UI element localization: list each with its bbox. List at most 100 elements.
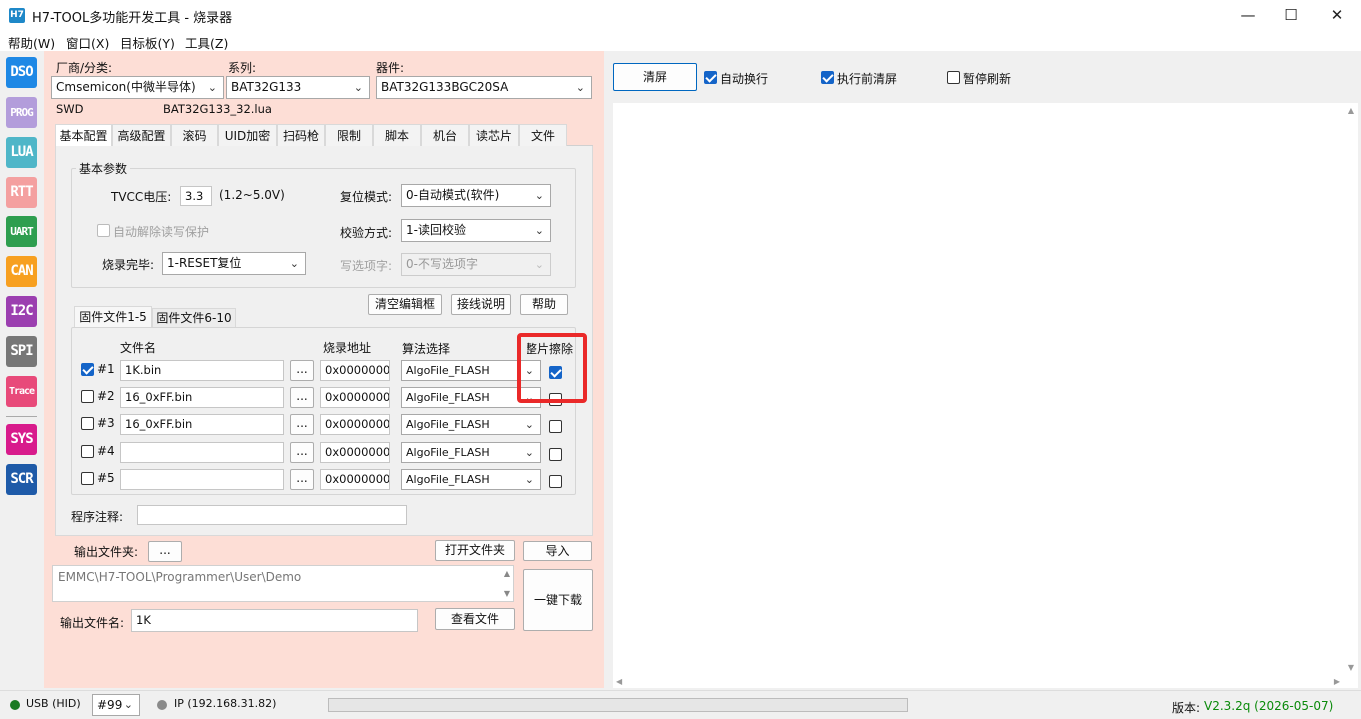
clear-screen-button[interactable]: 清屏 [613,63,697,91]
module-lua-button[interactable]: LUA [6,137,37,168]
firmware-browse-button[interactable]: ... [290,360,314,381]
menu-window[interactable]: 窗口(X) [66,33,109,52]
firmware-enable-checkbox[interactable] [81,363,94,376]
module-can-button[interactable]: CAN [6,256,37,287]
close-button[interactable]: ✕ [1314,0,1360,31]
tab-scanner[interactable]: 扫码枪 [277,124,325,146]
tab-file[interactable]: 文件 [519,124,567,146]
maximize-button[interactable]: ☐ [1268,0,1314,31]
help-button[interactable]: 帮助 [520,294,568,315]
chevron-down-icon: ⌄ [534,224,544,237]
firmware-browse-button[interactable]: ... [290,414,314,435]
vendor-label: 厂商/分类: [56,61,113,75]
tab-advanced[interactable]: 高级配置 [112,124,171,146]
view-file-button[interactable]: 查看文件 [435,608,515,630]
output-name-input[interactable]: 1K [131,609,418,632]
log-area[interactable]: ▲ ▼ ◀ ▶ [613,103,1358,688]
clear-editor-button[interactable]: 清空编辑框 [368,294,442,315]
module-trace-button[interactable]: Trace [6,376,37,407]
chevron-down-icon: ⌄ [524,473,534,486]
tab-limit[interactable]: 限制 [325,124,373,146]
series-select[interactable]: BAT32G133 ⌄ [226,76,370,99]
chevron-down-icon: ⌄ [534,258,544,271]
port-select[interactable]: #99 ⌄ [92,694,140,716]
module-spi-button[interactable]: SPI [6,336,37,367]
usb-status-icon [10,700,20,710]
verify-select[interactable]: 1-读回校验 ⌄ [401,219,551,242]
scroll-right-icon[interactable]: ▶ [1334,677,1340,686]
tab-firmware-1-5[interactable]: 固件文件1-5 [74,306,152,327]
firmware-address-input[interactable]: 0x00000000 [320,387,390,408]
firmware-file-input[interactable]: 1K.bin [120,360,284,381]
tab-rolling-code[interactable]: 滚码 [171,124,218,146]
firmware-browse-button[interactable]: ... [290,469,314,490]
chip-erase-checkbox[interactable] [549,448,562,461]
auto-wrap-checkbox[interactable] [704,71,717,84]
firmware-file-input[interactable]: 16_0xFF.bin [120,414,284,435]
menu-tools[interactable]: 工具(Z) [185,33,228,52]
firmware-enable-checkbox[interactable] [81,472,94,485]
firmware-address-input[interactable]: 0x00000000 [320,442,390,463]
tab-firmware-6-10[interactable]: 固件文件6-10 [152,308,236,327]
tab-script[interactable]: 脚本 [373,124,421,146]
module-scr-button[interactable]: SCR [6,464,37,495]
firmware-address-input[interactable]: 0x00000000 [320,469,390,490]
firmware-algorithm-select[interactable]: AlgoFile_FLASH ⌄ [401,469,541,490]
firmware-algorithm-select[interactable]: AlgoFile_FLASH ⌄ [401,442,541,463]
module-sys-button[interactable]: SYS [6,424,37,455]
firmware-browse-button[interactable]: ... [290,387,314,408]
output-folder-browse-button[interactable]: ... [148,541,182,562]
chip-erase-checkbox[interactable] [549,475,562,488]
scroll-down-icon[interactable]: ▼ [504,589,510,598]
module-i2c-button[interactable]: I2C [6,296,37,327]
tab-basic[interactable]: 基本配置 [55,124,112,146]
firmware-file-input[interactable] [120,469,284,490]
firmware-enable-checkbox[interactable] [81,417,94,430]
pause-refresh-checkbox[interactable] [947,71,960,84]
auto-unprotect-checkbox[interactable] [97,224,110,237]
clear-before-run-checkbox[interactable] [821,71,834,84]
menu-help[interactable]: 帮助(W) [8,33,55,52]
algorithm-value: AlgoFile_FLASH [406,418,490,431]
scroll-down-icon[interactable]: ▼ [1348,663,1354,672]
tab-machine[interactable]: 机台 [421,124,469,146]
reset-mode-select[interactable]: 0-自动模式(软件) ⌄ [401,184,551,207]
one-click-download-button[interactable]: 一键下载 [523,569,593,631]
note-input[interactable] [137,505,407,525]
output-path-area[interactable]: EMMC\H7-TOOL\Programmer\User\Demo ▲ ▼ [52,565,514,602]
vendor-select[interactable]: Cmsemicon(中微半导体) ⌄ [51,76,224,99]
firmware-enable-checkbox[interactable] [81,445,94,458]
firmware-browse-button[interactable]: ... [290,442,314,463]
chip-erase-checkbox[interactable] [549,420,562,433]
tvcc-input[interactable]: 3.3 [180,186,212,206]
menu-target-board[interactable]: 目标板(Y) [120,33,175,52]
firmware-file-input[interactable]: 16_0xFF.bin [120,387,284,408]
scroll-up-icon[interactable]: ▲ [504,569,510,578]
tab-read-chip[interactable]: 读芯片 [469,124,519,146]
firmware-enable-checkbox[interactable] [81,390,94,403]
minimize-button[interactable]: — [1225,0,1271,31]
open-folder-button[interactable]: 打开文件夹 [435,540,515,561]
module-rtt-button[interactable]: RTT [6,177,37,208]
tab-uid-encrypt[interactable]: UID加密 [218,124,277,146]
finish-select[interactable]: 1-RESET复位 ⌄ [162,252,306,275]
firmware-algorithm-select[interactable]: AlgoFile_FLASH ⌄ [401,414,541,435]
scroll-left-icon[interactable]: ◀ [616,677,622,686]
import-button[interactable]: 导入 [523,541,592,561]
algorithm-value: AlgoFile_FLASH [406,446,490,459]
device-select[interactable]: BAT32G133BGC20SA ⌄ [376,76,592,99]
module-dso-button[interactable]: DSO [6,57,37,88]
chevron-down-icon: ⌄ [123,698,133,711]
wiring-guide-button[interactable]: 接线说明 [451,294,511,315]
title-bar: H7 H7-TOOL多功能开发工具 - 烧录器 — ☐ ✕ [0,0,1361,31]
scroll-up-icon[interactable]: ▲ [1348,106,1354,115]
option-bytes-select[interactable]: 0-不写选项字 ⌄ [401,253,551,276]
chevron-down-icon: ⌄ [524,446,534,459]
module-uart-button[interactable]: UART [6,216,37,247]
firmware-address-input[interactable]: 0x00000000 [320,360,390,381]
firmware-file-input[interactable] [120,442,284,463]
module-prog-button[interactable]: PROG [6,97,37,128]
auto-unprotect-label: 自动解除读写保护 [113,225,210,239]
firmware-address-input[interactable]: 0x00000000 [320,414,390,435]
series-label: 系列: [228,61,257,75]
